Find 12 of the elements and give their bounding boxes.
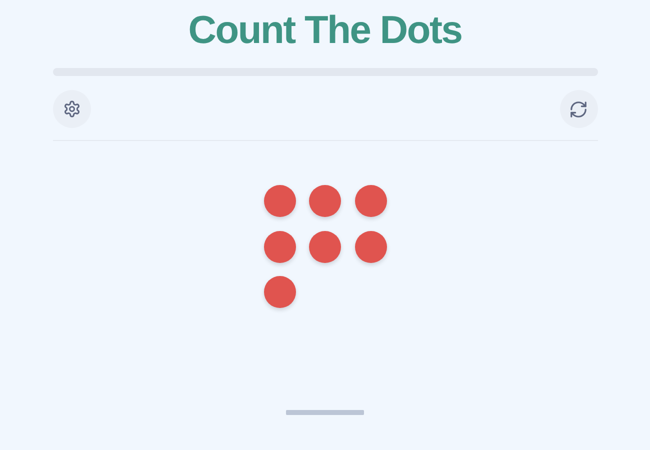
settings-icon: [62, 100, 80, 118]
dot: [264, 230, 296, 262]
app-title: Count The Dots: [188, 8, 462, 54]
dot: [354, 230, 386, 262]
refresh-button[interactable]: [560, 90, 598, 128]
refresh-icon: [569, 100, 588, 118]
dot: [264, 276, 296, 308]
dot: [309, 230, 341, 262]
dot: [309, 185, 341, 217]
dot: [354, 185, 386, 217]
settings-button[interactable]: [52, 90, 90, 128]
dot: [264, 185, 296, 217]
